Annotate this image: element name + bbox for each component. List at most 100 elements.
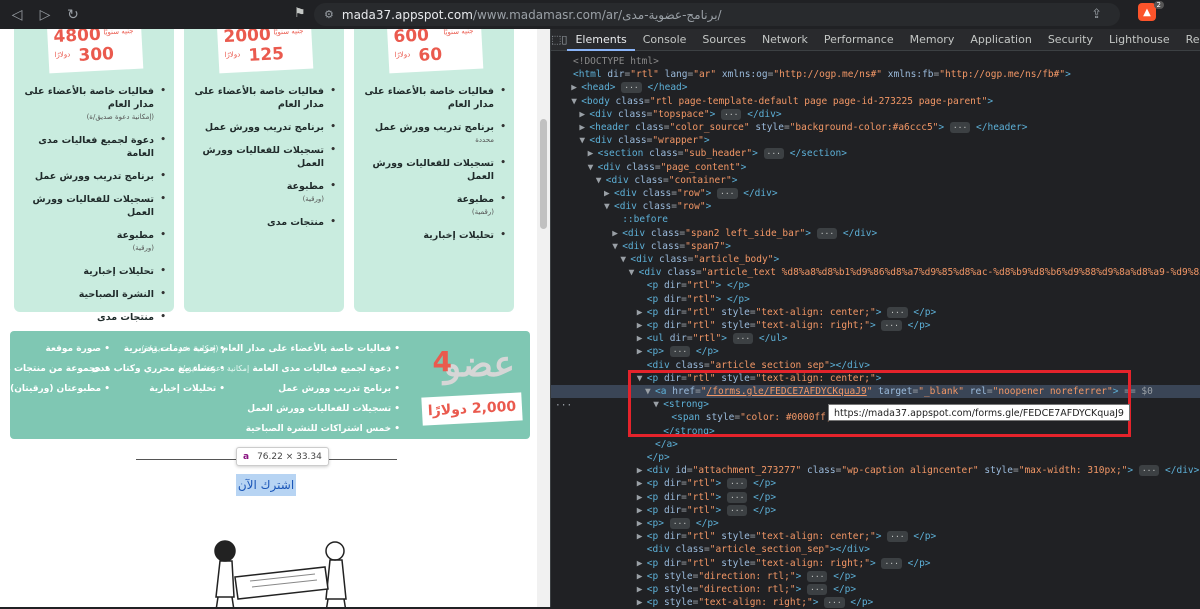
tab-application[interactable]: Application xyxy=(962,29,1039,51)
expand-arrow-icon[interactable]: ▶ xyxy=(612,227,622,240)
devtools-panel: ⬚ ▯ Elements Console Sources Network Perform… xyxy=(550,29,1200,609)
dom-node[interactable]: <html dir="rtl" lang="ar" xmlns:og="http… xyxy=(551,68,1200,81)
expand-arrow-icon[interactable]: ▶ xyxy=(604,187,614,200)
dom-node[interactable]: <p dir="rtl"> </p> xyxy=(551,293,1200,306)
dom-node[interactable]: ▶ <p dir="rtl" style="text-align: right;"… xyxy=(551,557,1200,570)
dom-node[interactable]: ▶ <p style="text-align: right;"> ··· </p> xyxy=(551,596,1200,609)
member-feature-item: خمس اشتراكات للنشرة الصباحية xyxy=(141,419,400,439)
expand-arrow-icon[interactable]: ▶ xyxy=(637,491,647,504)
tab-console[interactable]: Console xyxy=(635,29,695,51)
dom-node[interactable]: ▶ <p style="direction: rtl;"> ··· </p> xyxy=(551,570,1200,583)
expand-arrow-icon[interactable]: ▶ xyxy=(637,306,647,319)
reload-icon[interactable]: ↻ xyxy=(62,4,84,26)
dom-node[interactable]: ▶ <p dir="rtl" style="text-align: center;… xyxy=(551,530,1200,543)
expand-arrow-icon[interactable]: ▼ xyxy=(579,134,589,147)
dom-node[interactable]: ▶ <div id="attachment_273277" class="wp-c… xyxy=(551,464,1200,477)
expand-arrow-icon[interactable]: ▶ xyxy=(637,477,647,490)
member-col-gifts: صورة موقعة مجموعة من منتجات مدى مطبوعتان… xyxy=(0,339,110,399)
expand-arrow-icon[interactable]: ▼ xyxy=(629,266,639,279)
member-col-services: حزمة خدمات تحريرية عشاء مع محرري وكتاب م… xyxy=(92,339,225,399)
expand-arrow-icon[interactable]: ▶ xyxy=(579,121,589,134)
plan-feature-note: (ورقية) xyxy=(302,195,324,203)
dom-node[interactable]: ▶ <div class="span2 left_side_bar"> ··· <… xyxy=(551,227,1200,240)
tab-security[interactable]: Security xyxy=(1040,29,1101,51)
member-feature-item: صورة موقعة xyxy=(0,339,110,359)
expand-arrow-icon[interactable]: ▶ xyxy=(637,557,647,570)
dom-node[interactable]: ▼ <div class="wrapper"> xyxy=(551,134,1200,147)
dom-node[interactable]: ▶ <head> ··· </head> xyxy=(551,81,1200,94)
dom-node[interactable]: ▼ <div class="article_text %d8%a8%d8%b1%d… xyxy=(551,266,1200,279)
url-bar[interactable]: ⚙ mada37.appspot.com /www.madamasr.com/a… xyxy=(314,1,1164,26)
scrollbar-thumb[interactable] xyxy=(540,119,547,229)
expand-arrow-icon[interactable]: ▼ xyxy=(604,200,614,213)
expand-arrow-icon[interactable]: ▶ xyxy=(637,517,647,530)
expand-arrow-icon[interactable]: ▼ xyxy=(588,161,598,174)
expand-arrow-icon[interactable]: ▶ xyxy=(637,596,647,609)
forward-icon[interactable]: ▷ xyxy=(34,4,56,26)
member-feature-item: تسجيلات للفعاليات وورش العمل xyxy=(141,399,400,419)
dom-node[interactable]: ::before xyxy=(551,213,1200,226)
back-icon[interactable]: ◁ xyxy=(6,4,28,26)
dom-node[interactable]: ▶ <p dir="rtl" style="text-align: right;"… xyxy=(551,319,1200,332)
dom-node[interactable]: ▶ <ul dir="rtl"> ··· </ul> xyxy=(551,332,1200,345)
tab-elements[interactable]: Elements xyxy=(567,29,635,51)
tab-lighthouse[interactable]: Lighthouse xyxy=(1101,29,1178,51)
expand-arrow-icon[interactable]: ▶ xyxy=(579,108,589,121)
plan-feature-item: فعاليات خاصة بالأعضاء على مدار العام(إمك… xyxy=(19,85,166,124)
site-info-icon[interactable]: ⚙ xyxy=(324,8,334,21)
dom-node[interactable]: ▼ <div class="span7"> xyxy=(551,240,1200,253)
dom-node[interactable]: ▼ <div class="row"> xyxy=(551,200,1200,213)
dom-node[interactable]: ▼ <div class="container"> xyxy=(551,174,1200,187)
expand-arrow-icon[interactable]: ▶ xyxy=(637,583,647,596)
tooltip-tag: a xyxy=(243,451,250,462)
bookmark-icon[interactable]: ⚑ xyxy=(294,6,306,21)
share-icon[interactable]: ⇪ xyxy=(1091,7,1102,22)
dom-node[interactable]: <p dir="rtl"> </p> xyxy=(551,279,1200,292)
expand-arrow-icon[interactable]: ▼ xyxy=(620,253,630,266)
dom-node[interactable]: ▶ <p dir="rtl"> ··· </p> xyxy=(551,504,1200,517)
expand-arrow-icon[interactable]: ▶ xyxy=(637,345,647,358)
dom-node[interactable]: ▶ <section class="sub_header"> ··· </sect… xyxy=(551,147,1200,160)
dom-node[interactable]: ▼ <body class="rtl page-template-default … xyxy=(551,95,1200,108)
dom-node[interactable]: ▶ <p> ··· </p> xyxy=(551,517,1200,530)
expand-arrow-icon[interactable]: ▶ xyxy=(637,570,647,583)
dom-node[interactable]: ▶ <div class="row"> ··· </div> xyxy=(551,187,1200,200)
expand-arrow-icon[interactable]: ▶ xyxy=(637,319,647,332)
dom-node[interactable]: ▼ <div class="article_body"> xyxy=(551,253,1200,266)
dom-node[interactable]: <!DOCTYPE html> xyxy=(551,55,1200,68)
subscribe-link[interactable]: اشترك الآن xyxy=(236,474,296,496)
expand-arrow-icon[interactable]: ▶ xyxy=(637,332,647,345)
expand-arrow-icon[interactable]: ▼ xyxy=(571,95,581,108)
dom-tree[interactable]: ··· <!DOCTYPE html> <html dir="rtl" lang=… xyxy=(551,51,1200,609)
plan-card-silver: 2000جنيه سنويًا125دولارًافعاليات خاصة با… xyxy=(184,29,344,312)
expand-arrow-icon[interactable]: ▶ xyxy=(637,464,647,477)
dom-node[interactable]: ▶ <p dir="rtl" style="text-align: center;… xyxy=(551,306,1200,319)
dom-node[interactable]: <div class="article_section_sep"></div> xyxy=(551,543,1200,556)
plan-features: فعاليات خاصة بالأعضاء على مدار العام برنا… xyxy=(359,85,506,252)
dom-node[interactable]: </p> xyxy=(551,451,1200,464)
plan-feature-note: (ورقية) xyxy=(132,244,154,252)
expand-arrow-icon[interactable]: ▶ xyxy=(637,504,647,517)
tab-network[interactable]: Network xyxy=(754,29,816,51)
dom-node[interactable]: ▶ <p dir="rtl"> ··· </p> xyxy=(551,491,1200,504)
dom-node[interactable]: ▶ <p style="direction: rtl;"> ··· </p> xyxy=(551,583,1200,596)
tab-performance[interactable]: Performance xyxy=(816,29,902,51)
page-scrollbar[interactable] xyxy=(537,29,550,607)
dom-node[interactable]: </a> xyxy=(551,438,1200,451)
inspect-element-icon[interactable]: ⬚ xyxy=(551,33,561,46)
dom-node[interactable]: ▶ <p> ··· </p> xyxy=(551,345,1200,358)
dom-node[interactable]: ▼ <div class="page_content"> xyxy=(551,161,1200,174)
member-feature-item: مطبوعتان (ورقيتان) xyxy=(0,379,110,399)
dom-node[interactable]: ▶ <div class="topspace"> ··· </div> xyxy=(551,108,1200,121)
expand-arrow-icon[interactable]: ▶ xyxy=(571,81,581,94)
plan-feature-item: برنامج تدريب وورش عملمحددة xyxy=(359,121,506,147)
expand-arrow-icon[interactable]: ▶ xyxy=(588,147,598,160)
tab-sources[interactable]: Sources xyxy=(694,29,754,51)
expand-arrow-icon[interactable]: ▼ xyxy=(612,240,622,253)
dom-node[interactable]: ▶ <header class="color_source" style="bac… xyxy=(551,121,1200,134)
dom-node[interactable]: ▶ <p dir="rtl"> ··· </p> xyxy=(551,477,1200,490)
expand-arrow-icon[interactable]: ▶ xyxy=(637,530,647,543)
tab-memory[interactable]: Memory xyxy=(902,29,963,51)
expand-arrow-icon[interactable]: ▼ xyxy=(596,174,606,187)
tab-recorder[interactable]: Recorder xyxy=(1178,29,1200,51)
